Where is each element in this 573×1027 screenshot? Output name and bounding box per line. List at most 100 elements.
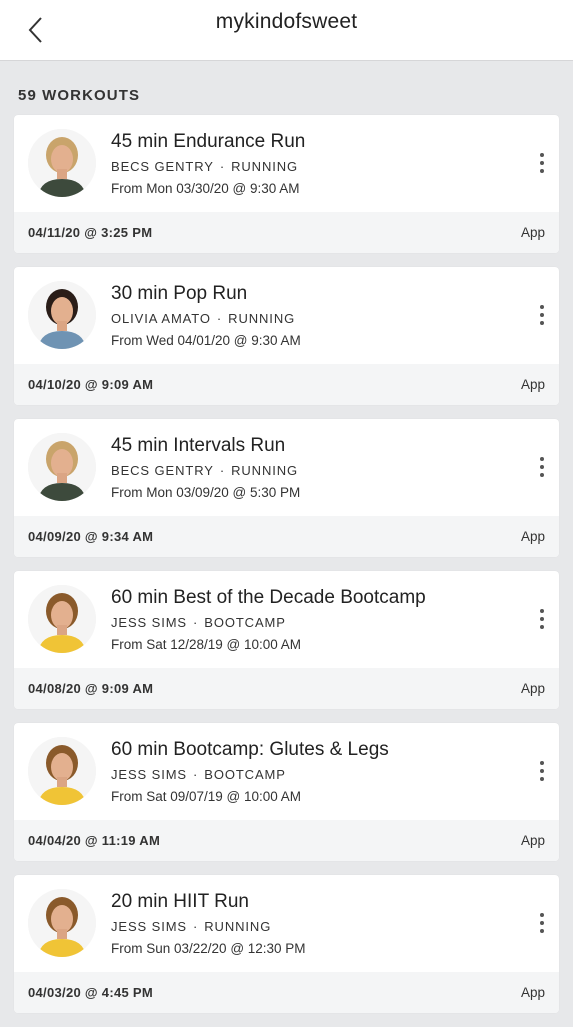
separator-dot: · bbox=[193, 615, 199, 630]
more-dot bbox=[540, 921, 544, 925]
completed-date: 04/10/20 @ 9:09 AM bbox=[28, 377, 154, 392]
workout-card-footer: 04/10/20 @ 9:09 AM App bbox=[14, 364, 559, 405]
workout-meta: BECS GENTRY · RUNNING bbox=[111, 157, 509, 177]
more-options-button[interactable] bbox=[531, 451, 553, 483]
separator-dot: · bbox=[219, 159, 226, 174]
completed-date: 04/08/20 @ 9:09 AM bbox=[28, 681, 154, 696]
workout-title: 60 min Best of the Decade Bootcamp bbox=[111, 587, 426, 608]
workout-card-footer: 04/08/20 @ 9:09 AM App bbox=[14, 668, 559, 709]
workout-card-main[interactable]: 45 min Intervals Run BECS GENTRY · RUNNING… bbox=[14, 419, 559, 516]
workout-title: 60 min Bootcamp: Glutes & Legs bbox=[111, 739, 389, 760]
instructor-name: JESS SIMS bbox=[111, 615, 188, 630]
workout-source: App bbox=[520, 225, 545, 240]
workout-card[interactable]: 60 min Best of the Decade Bootcamp JESS … bbox=[14, 571, 559, 709]
workout-scheduled: From Sat 12/28/19 @ 10:00 AM bbox=[111, 637, 302, 652]
workouts-count: 59 WORKOUTS bbox=[18, 87, 141, 104]
instructor-name: JESS SIMS bbox=[111, 767, 188, 782]
workout-card[interactable]: 60 min Bootcamp: Glutes & Legs JESS SIMS… bbox=[14, 723, 559, 861]
workout-category: RUNNING bbox=[231, 463, 299, 478]
workout-meta: BECS GENTRY · RUNNING bbox=[111, 461, 509, 481]
more-options-button[interactable] bbox=[531, 907, 553, 939]
workout-category: BOOTCAMP bbox=[204, 615, 286, 630]
workout-scheduled: From Mon 03/09/20 @ 5:30 PM bbox=[111, 485, 301, 500]
more-dot bbox=[540, 305, 544, 309]
instructor-jess-sims-avatar bbox=[28, 737, 96, 805]
more-options-button[interactable] bbox=[531, 299, 553, 331]
workout-card[interactable]: 20 min HIIT Run JESS SIMS · RUNNING From S… bbox=[14, 875, 559, 1013]
more-dot bbox=[540, 169, 544, 173]
more-dot bbox=[540, 609, 544, 613]
instructor-name: BECS GENTRY bbox=[111, 159, 214, 174]
workout-source: App bbox=[520, 377, 545, 392]
separator-dot: · bbox=[216, 311, 223, 326]
page-title: mykindofsweet bbox=[215, 10, 358, 33]
workout-title: 30 min Pop Run bbox=[111, 283, 248, 304]
workout-card-main[interactable]: 45 min Endurance Run BECS GENTRY · RUNNING… bbox=[14, 115, 559, 212]
workout-card-main[interactable]: 20 min HIIT Run JESS SIMS · RUNNING From S… bbox=[14, 875, 559, 972]
workout-title: 45 min Endurance Run bbox=[111, 131, 306, 152]
workout-card-footer: 04/11/20 @ 3:25 PM App bbox=[14, 212, 559, 253]
workout-list: 45 min Endurance Run BECS GENTRY · RUNNING… bbox=[14, 115, 559, 1027]
workout-category: RUNNING bbox=[231, 159, 299, 174]
completed-date: 04/04/20 @ 11:19 AM bbox=[28, 833, 161, 848]
separator-dot: · bbox=[219, 463, 226, 478]
instructor-name: OLIVIA AMATO bbox=[111, 311, 211, 326]
workout-category: RUNNING bbox=[204, 919, 272, 934]
more-dot bbox=[540, 761, 544, 765]
more-dot bbox=[540, 769, 544, 773]
workout-card-footer: 04/04/20 @ 11:19 AM App bbox=[14, 820, 559, 861]
more-options-button[interactable] bbox=[531, 755, 553, 787]
top-nav-bar: mykindofsweet bbox=[0, 0, 573, 61]
workout-category: BOOTCAMP bbox=[204, 767, 286, 782]
workout-source: App bbox=[520, 833, 545, 848]
more-options-button[interactable] bbox=[531, 147, 553, 179]
workout-card-main[interactable]: 30 min Pop Run OLIVIA AMATO · RUNNING From… bbox=[14, 267, 559, 364]
more-dot bbox=[540, 321, 544, 325]
separator-dot: · bbox=[193, 919, 199, 934]
workout-category: RUNNING bbox=[228, 311, 296, 326]
workout-source: App bbox=[520, 681, 545, 696]
completed-date: 04/11/20 @ 3:25 PM bbox=[28, 225, 153, 240]
instructor-jess-sims-avatar bbox=[28, 585, 96, 653]
workout-card[interactable]: 30 min Pop Run OLIVIA AMATO · RUNNING From… bbox=[14, 267, 559, 405]
workout-card-main[interactable]: 60 min Bootcamp: Glutes & Legs JESS SIMS… bbox=[14, 723, 559, 820]
more-options-button[interactable] bbox=[531, 603, 553, 635]
workout-title: 20 min HIIT Run bbox=[111, 891, 249, 912]
workout-card-footer: 04/09/20 @ 9:34 AM App bbox=[14, 516, 559, 557]
more-dot bbox=[540, 777, 544, 781]
instructor-jess-sims-avatar bbox=[28, 889, 96, 957]
more-dot bbox=[540, 625, 544, 629]
workout-scheduled: From Wed 04/01/20 @ 9:30 AM bbox=[111, 333, 301, 348]
workout-source: App bbox=[520, 985, 545, 1000]
completed-date: 04/09/20 @ 9:34 AM bbox=[28, 529, 154, 544]
instructor-name: JESS SIMS bbox=[111, 919, 188, 934]
workout-title: 45 min Intervals Run bbox=[111, 435, 286, 456]
workout-meta: OLIVIA AMATO · RUNNING bbox=[111, 309, 509, 329]
more-dot bbox=[540, 473, 544, 477]
workout-scheduled: From Mon 03/30/20 @ 9:30 AM bbox=[111, 181, 300, 196]
workout-source: App bbox=[520, 529, 545, 544]
workout-card[interactable]: 45 min Endurance Run BECS GENTRY · RUNNING… bbox=[14, 115, 559, 253]
separator-dot: · bbox=[193, 767, 199, 782]
more-dot bbox=[540, 913, 544, 917]
more-dot bbox=[540, 153, 544, 157]
workout-card-main[interactable]: 60 min Best of the Decade Bootcamp JESS … bbox=[14, 571, 559, 668]
more-dot bbox=[540, 313, 544, 317]
workout-scheduled: From Sun 03/22/20 @ 12:30 PM bbox=[111, 941, 306, 956]
instructor-olivia-amato-avatar bbox=[28, 281, 96, 349]
workout-scheduled: From Sat 09/07/19 @ 10:00 AM bbox=[111, 789, 302, 804]
more-dot bbox=[540, 617, 544, 621]
workout-card[interactable]: 45 min Intervals Run BECS GENTRY · RUNNING… bbox=[14, 419, 559, 557]
workout-card-footer: 04/03/20 @ 4:45 PM App bbox=[14, 972, 559, 1013]
workout-meta: JESS SIMS · RUNNING bbox=[111, 917, 509, 937]
instructor-becs-gentry-avatar bbox=[28, 433, 96, 501]
more-dot bbox=[540, 465, 544, 469]
more-dot bbox=[540, 929, 544, 933]
more-dot bbox=[540, 457, 544, 461]
more-dot bbox=[540, 161, 544, 165]
instructor-becs-gentry-avatar bbox=[28, 129, 96, 197]
workout-meta: JESS SIMS · BOOTCAMP bbox=[111, 765, 509, 785]
instructor-name: BECS GENTRY bbox=[111, 463, 214, 478]
completed-date: 04/03/20 @ 4:45 PM bbox=[28, 985, 154, 1000]
workout-meta: JESS SIMS · BOOTCAMP bbox=[111, 613, 509, 633]
